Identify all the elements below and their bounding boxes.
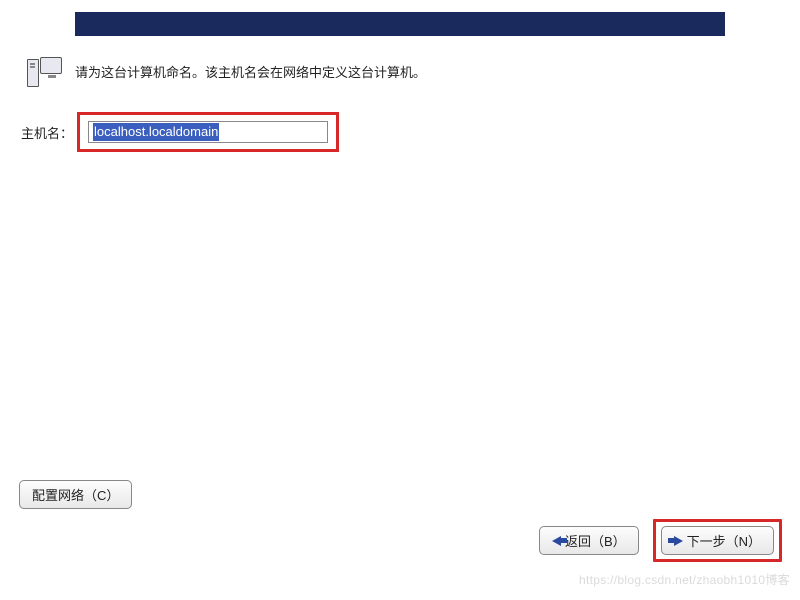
configure-network-button[interactable]: 配置网络（C）	[19, 480, 132, 509]
hostname-row: 主机名： localhost.localdomain	[21, 112, 339, 152]
computer-network-icon	[25, 56, 65, 90]
configure-network-label: 配置网络（C）	[32, 485, 119, 504]
info-text: 请为这台计算机命名。该主机名会在网络中定义这台计算机。	[75, 64, 426, 82]
arrow-right-icon	[674, 536, 683, 546]
header-banner	[75, 12, 725, 36]
watermark: https://blog.csdn.net/zhaobh1010博客	[579, 571, 790, 588]
arrow-left-icon	[552, 536, 561, 546]
next-label: 下一步（N）	[687, 531, 761, 550]
navigation-bar: 返回（B） 下一步（N）	[539, 519, 782, 562]
info-row: 请为这台计算机命名。该主机名会在网络中定义这台计算机。	[25, 56, 426, 90]
hostname-input[interactable]	[88, 121, 328, 143]
hostname-highlight: localhost.localdomain	[77, 112, 339, 152]
back-label: 返回（B）	[565, 531, 626, 550]
next-highlight: 下一步（N）	[653, 519, 782, 562]
next-button[interactable]: 下一步（N）	[661, 526, 774, 555]
back-button[interactable]: 返回（B）	[539, 526, 639, 555]
hostname-label: 主机名：	[21, 123, 73, 142]
